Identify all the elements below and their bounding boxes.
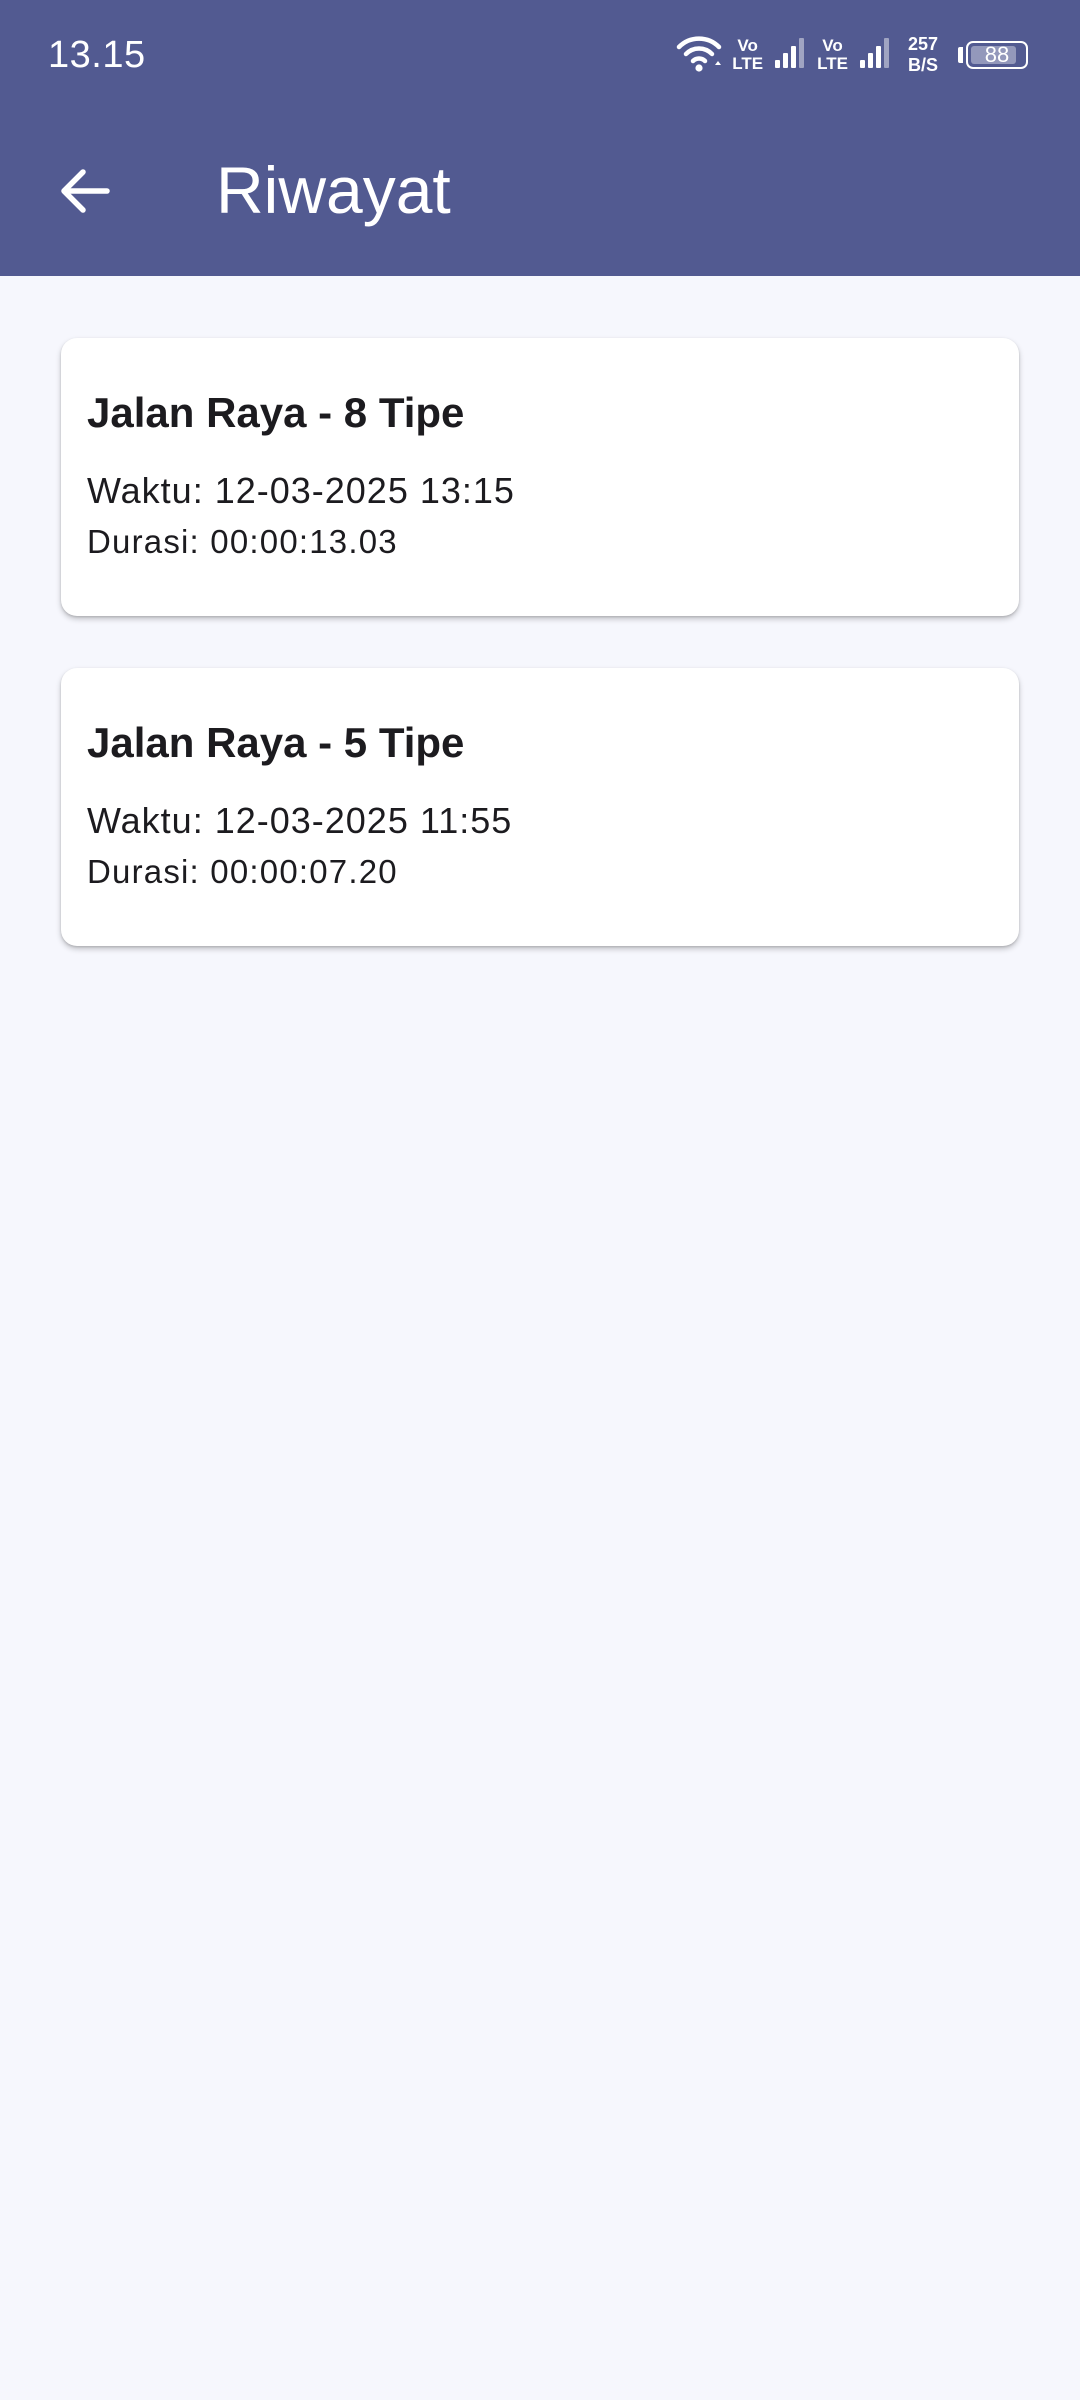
volte-top-label: Vo — [822, 36, 843, 55]
battery-level: 88 — [984, 42, 1010, 67]
volte-top-label: Vo — [737, 36, 758, 55]
back-button[interactable] — [34, 143, 134, 243]
signal-icon — [858, 36, 892, 75]
history-card[interactable]: Jalan Raya - 5 Tipe Waktu: 12-03-2025 11… — [61, 668, 1019, 946]
history-card-duration: Durasi: 00:00:07.20 — [87, 853, 398, 890]
history-card-title: Jalan Raya - 5 Tipe — [87, 719, 465, 766]
history-card-time: Waktu: 12-03-2025 11:55 — [87, 800, 513, 841]
history-list: Jalan Raya - 8 Tipe Waktu: 12-03-2025 13… — [61, 338, 1019, 998]
history-card[interactable]: Jalan Raya - 8 Tipe Waktu: 12-03-2025 13… — [61, 338, 1019, 616]
status-time: 13.15 — [48, 34, 146, 76]
arrow-back-icon — [57, 164, 111, 223]
volte-indicator-1: Vo LTE — [732, 37, 763, 73]
network-speed-value: 257 — [907, 34, 938, 54]
history-card-time: Waktu: 12-03-2025 13:15 — [87, 470, 515, 511]
history-card-duration: Durasi: 00:00:13.03 — [87, 523, 398, 560]
toolbar: Riwayat — [0, 110, 1080, 276]
status-icons: Vo LTE Vo LTE 257 B/S 88 — [676, 28, 1034, 82]
network-speed: 257 B/S — [908, 34, 938, 76]
status-bar: 13.15 Vo LTE Vo LTE 257 B/S 88 — [0, 0, 1080, 110]
battery-nub — [958, 47, 963, 63]
battery-icon: 88 — [958, 38, 1034, 72]
network-speed-unit: B/S — [907, 55, 938, 75]
battery-body: 88 — [966, 41, 1028, 69]
volte-indicator-2: Vo LTE — [817, 37, 848, 73]
wifi-icon — [676, 33, 722, 78]
history-card-title: Jalan Raya - 8 Tipe — [87, 389, 465, 436]
page-title: Riwayat — [216, 153, 451, 227]
volte-bottom-label: LTE — [732, 54, 764, 73]
app-header: 13.15 Vo LTE Vo LTE 257 B/S 88 Riwayat — [0, 0, 1080, 276]
signal-icon — [773, 36, 807, 75]
volte-bottom-label: LTE — [817, 54, 848, 73]
